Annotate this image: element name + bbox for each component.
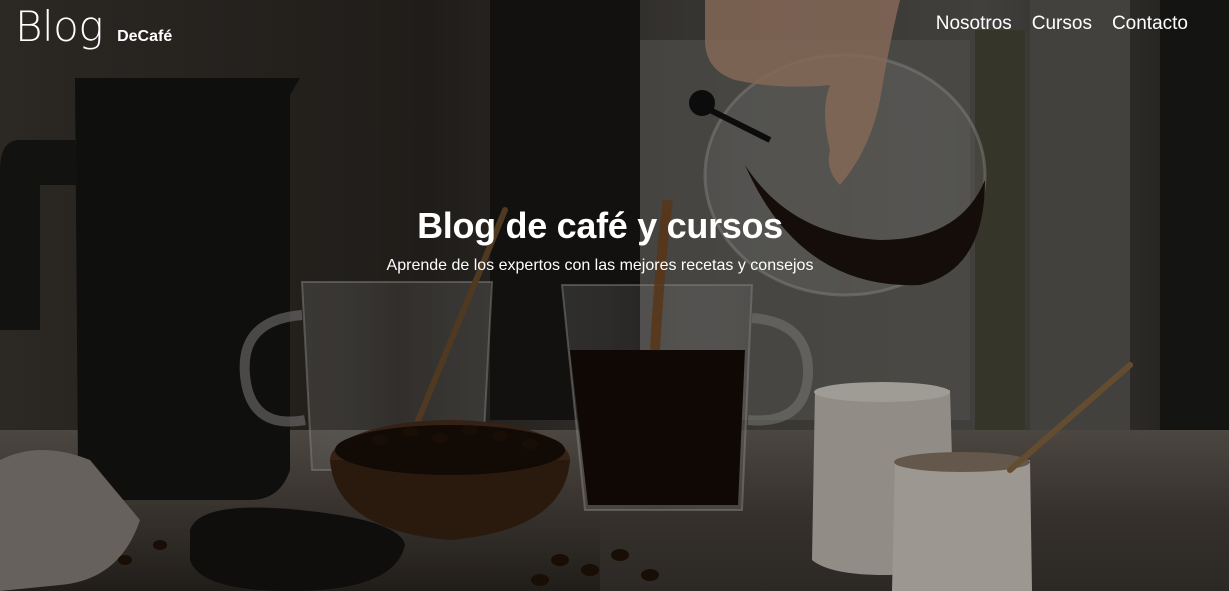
nav-link-nosotros[interactable]: Nosotros bbox=[936, 13, 1012, 35]
hero-section bbox=[0, 0, 1229, 591]
logo-main-text: Blog bbox=[15, 2, 104, 51]
nav-link-cursos[interactable]: Cursos bbox=[1032, 13, 1092, 35]
main-nav: Nosotros Cursos Contacto bbox=[936, 13, 1188, 35]
hero-text-block: Blog de café y cursos Aprende de los exp… bbox=[0, 205, 1200, 275]
site-logo[interactable]: Blog DeCafé bbox=[15, 2, 172, 51]
site-header: Blog DeCafé Nosotros Cursos Contacto bbox=[0, 0, 1229, 60]
hero-title: Blog de café y cursos bbox=[417, 205, 783, 246]
hero-dark-overlay bbox=[0, 0, 1229, 591]
hero-subtitle: Aprende de los expertos con las mejores … bbox=[386, 257, 814, 274]
nav-link-contacto[interactable]: Contacto bbox=[1112, 13, 1188, 35]
logo-sub-text: DeCafé bbox=[117, 28, 173, 45]
